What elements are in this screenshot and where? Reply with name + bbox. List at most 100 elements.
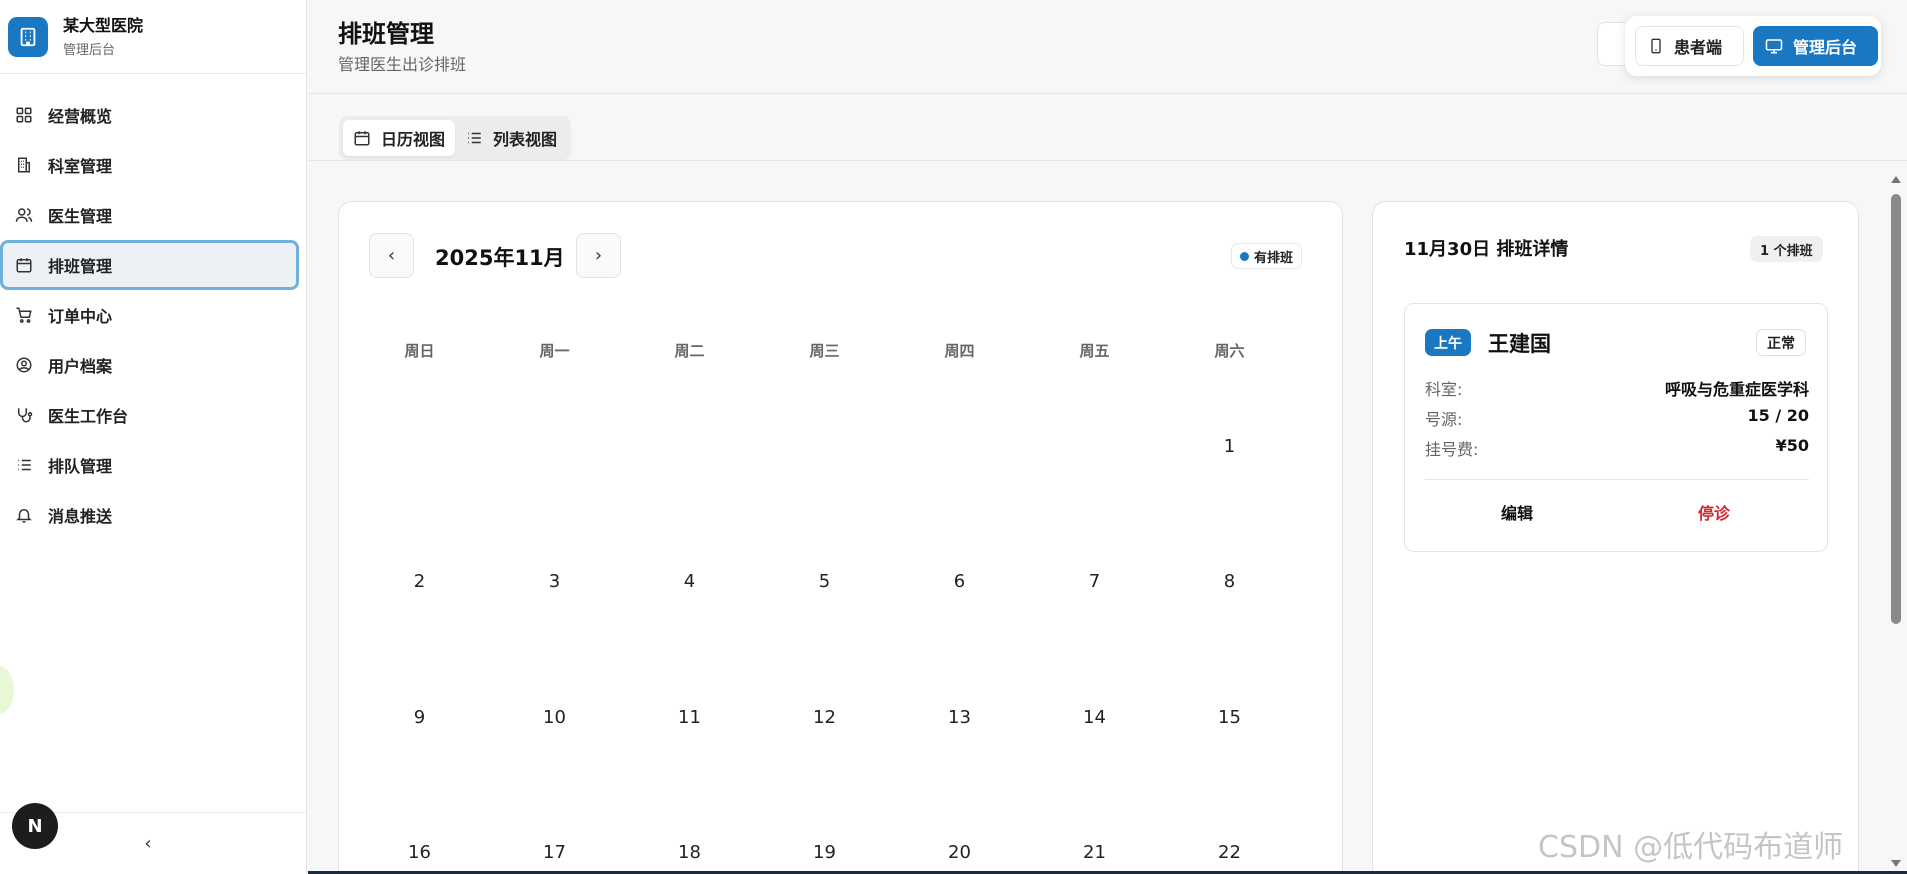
sidebar-item-departments[interactable]: 科室管理 — [0, 140, 306, 190]
next-month-button[interactable]: › — [576, 233, 621, 278]
weekday-header: 周三 — [809, 342, 840, 360]
calendar-day[interactable]: 6 — [892, 571, 1027, 592]
sidebar-item-label: 科室管理 — [48, 157, 113, 176]
page-title: 排班管理 — [338, 20, 434, 48]
portal-switcher: 患者端 管理后台 — [1625, 16, 1881, 76]
sidebar-item-label: 医生管理 — [48, 207, 113, 226]
calendar-day[interactable]: 2 — [352, 571, 487, 592]
users-icon — [14, 205, 34, 225]
info-value: 呼吸与危重症医学科 — [1664, 380, 1809, 399]
sidebar: 某大型医院 管理后台 经营概览 科室管理 医生管理 排班管理 订单中心 用户档案 — [0, 0, 307, 874]
calendar-day[interactable]: 12 — [757, 707, 892, 728]
calendar-day[interactable]: 10 — [487, 707, 622, 728]
dev-tools-badge[interactable]: N — [12, 803, 58, 849]
divider — [1425, 479, 1809, 480]
calendar-day[interactable]: 18 — [622, 842, 757, 863]
calendar-day[interactable]: 17 — [487, 842, 622, 863]
monitor-icon — [1765, 39, 1783, 54]
sidebar-item-user-records[interactable]: 用户档案 — [0, 340, 306, 390]
prev-month-button[interactable]: ‹ — [369, 233, 414, 278]
calendar-day[interactable]: 5 — [757, 571, 892, 592]
sidebar-item-label: 经营概览 — [48, 107, 113, 126]
view-toolbar: 日历视图 列表视图 — [308, 94, 1907, 161]
brand-subtitle: 管理后台 — [63, 42, 116, 58]
calendar-day[interactable]: 1 — [1162, 436, 1297, 457]
calendar-day[interactable]: 11 — [622, 707, 757, 728]
list-icon — [14, 455, 34, 475]
scrollbar-thumb[interactable] — [1891, 194, 1901, 624]
calendar-day[interactable]: 22 — [1162, 842, 1297, 863]
sidebar-item-label: 消息推送 — [48, 507, 113, 526]
calendar-day[interactable]: 4 — [622, 571, 757, 592]
brand-name: 某大型医院 — [63, 15, 144, 35]
sidebar-item-schedule[interactable]: 排班管理 — [0, 240, 299, 290]
calendar-view-button[interactable]: 日历视图 — [343, 120, 456, 156]
info-row-department: 科室: 呼吸与危重症医学科 — [1425, 376, 1809, 400]
calendar-day[interactable]: 7 — [1027, 571, 1162, 592]
view-toggle: 日历视图 列表视图 — [339, 116, 572, 160]
dashboard-icon — [14, 105, 34, 125]
weekday-header: 周二 — [674, 342, 705, 360]
collapse-sidebar-button[interactable]: ‹ — [144, 833, 151, 854]
list-view-button[interactable]: 列表视图 — [455, 120, 567, 156]
weekday-header: 周六 — [1214, 342, 1245, 360]
bell-icon — [14, 505, 34, 525]
detail-title: 11月30日 排班详情 — [1404, 239, 1569, 260]
calendar-day[interactable]: 20 — [892, 842, 1027, 863]
info-label: 科室: — [1425, 380, 1463, 399]
sidebar-item-label: 排队管理 — [48, 457, 113, 476]
info-label: 挂号费: — [1425, 440, 1479, 459]
calendar-day[interactable]: 8 — [1162, 571, 1297, 592]
calendar-icon — [354, 131, 370, 146]
cart-icon — [14, 305, 34, 325]
sidebar-item-overview[interactable]: 经营概览 — [0, 90, 306, 140]
calendar-day[interactable]: 13 — [892, 707, 1027, 728]
weekday-header: 周四 — [944, 342, 975, 360]
sidebar-item-label: 排班管理 — [48, 257, 113, 276]
hospital-logo-icon — [8, 16, 48, 57]
calendar-card: ‹ 2025年11月 › 有排班 周日 周一 周二 周三 周四 周五 周六 1 … — [338, 201, 1343, 874]
watermark: CSDN @低代码布道师 — [1538, 830, 1844, 865]
building-icon — [14, 155, 34, 175]
sidebar-item-label: 用户档案 — [48, 357, 113, 376]
sidebar-item-queue[interactable]: 排队管理 — [0, 440, 306, 490]
calendar-month-label: 2025年11月 — [435, 246, 565, 270]
info-row-fee: 挂号费: ¥50 — [1425, 436, 1809, 460]
calendar-day[interactable]: 16 — [352, 842, 487, 863]
weekday-header: 周一 — [539, 342, 570, 360]
legend-label: 有排班 — [1254, 250, 1294, 266]
sidebar-item-doctors[interactable]: 医生管理 — [0, 190, 306, 240]
patient-portal-button[interactable]: 患者端 — [1635, 26, 1744, 66]
scroll-down-arrow-icon[interactable] — [1891, 860, 1901, 867]
legend-dot — [1240, 251, 1249, 261]
sidebar-item-orders[interactable]: 订单中心 — [0, 290, 306, 340]
schedule-count-badge: 1 个排班 — [1750, 236, 1823, 262]
calendar-day[interactable]: 9 — [352, 707, 487, 728]
schedule-item-card: 上午 王建国 正常 科室: 呼吸与危重症医学科 号源: 15 / 20 挂号费:… — [1404, 303, 1828, 552]
weekday-header: 周五 — [1079, 342, 1110, 360]
status-badge: 正常 — [1756, 329, 1806, 356]
list-view-label: 列表视图 — [493, 130, 558, 149]
calendar-day[interactable]: 21 — [1027, 842, 1162, 863]
sidebar-item-notifications[interactable]: 消息推送 — [0, 490, 306, 540]
brand: 某大型医院 管理后台 — [0, 0, 306, 74]
scroll-up-arrow-icon[interactable] — [1891, 176, 1901, 183]
stethoscope-icon — [14, 405, 34, 425]
phone-icon — [1651, 38, 1661, 54]
period-badge: 上午 — [1425, 329, 1471, 356]
admin-portal-button[interactable]: 管理后台 — [1753, 26, 1878, 66]
calendar-view-label: 日历视图 — [381, 130, 446, 149]
list-icon — [468, 132, 481, 144]
schedule-detail-card: 11月30日 排班详情 1 个排班 上午 王建国 正常 科室: 呼吸与危重症医学… — [1372, 201, 1859, 874]
schedule-legend: 有排班 — [1231, 243, 1303, 269]
info-value: ¥50 — [1775, 436, 1809, 455]
page-scrollbar[interactable] — [1890, 174, 1902, 874]
calendar-day[interactable]: 3 — [487, 571, 622, 592]
stop-clinic-button[interactable]: 停诊 — [1698, 500, 1730, 524]
page-subtitle: 管理医生出诊排班 — [338, 55, 467, 74]
sidebar-item-doctor-workbench[interactable]: 医生工作台 — [0, 390, 306, 440]
calendar-day[interactable]: 14 — [1027, 707, 1162, 728]
edit-button[interactable]: 编辑 — [1501, 500, 1533, 524]
calendar-day[interactable]: 15 — [1162, 707, 1297, 728]
calendar-day[interactable]: 19 — [757, 842, 892, 863]
